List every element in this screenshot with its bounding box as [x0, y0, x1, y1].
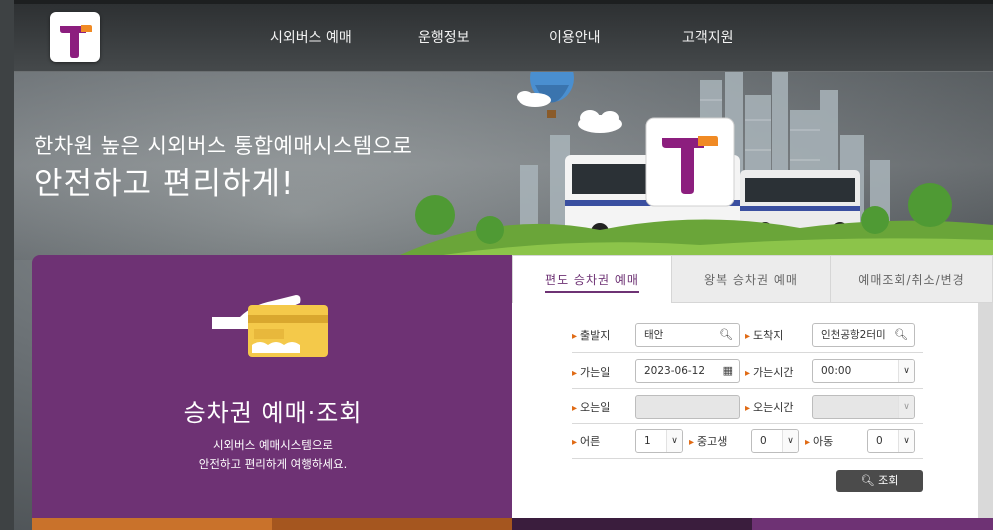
ticket-card-icon	[212, 295, 328, 357]
bottom-banner-purple	[752, 518, 993, 530]
adult-label: 어른	[572, 433, 600, 449]
nav-route-info[interactable]: 운행정보	[418, 27, 470, 47]
chevron-down-icon: ∨	[898, 430, 914, 452]
right-edge	[978, 303, 993, 518]
teen-count-select[interactable]: 0 ∨	[751, 429, 799, 453]
chevron-down-icon: ∨	[666, 430, 682, 452]
teen-label: 중고생	[689, 433, 727, 449]
hero-slogan-line2: 안전하고 편리하게!	[34, 166, 295, 202]
return-date-label: 오는일	[572, 399, 610, 415]
adult-count-select[interactable]: 1 ∨	[635, 429, 683, 453]
search-button[interactable]: 🔍︎ 조회	[836, 470, 923, 492]
city-bus-illustration	[400, 45, 993, 265]
hero-slogan-line1: 한차원 높은 시외버스 통합예매시스템으로	[34, 134, 413, 158]
go-time-label: 가는시간	[745, 364, 793, 380]
left-edge	[0, 0, 14, 530]
tab-one-way[interactable]: 편도 승차권 예매	[512, 255, 672, 303]
chevron-down-icon: ∨	[782, 430, 798, 452]
tab-manage-booking[interactable]: 예매조회/취소/변경	[830, 255, 993, 303]
search-icon[interactable]: 🔍︎	[892, 324, 908, 346]
nav-bus-reservation[interactable]: 시외버스 예매	[270, 27, 352, 47]
search-icon: 🔍︎	[860, 474, 875, 487]
departure-label: 출발지	[572, 327, 610, 343]
main-nav: 시외버스 예매 운행정보 이용안내 고객지원	[14, 27, 993, 47]
go-date-label: 가는일	[572, 364, 610, 380]
reservation-tabs: 편도 승차권 예매 왕복 승차권 예매 예매조회/취소/변경	[512, 255, 993, 303]
child-count-select[interactable]: 0 ∨	[867, 429, 915, 453]
nav-usage-guide[interactable]: 이용안내	[549, 27, 601, 47]
go-date-input[interactable]: 2023-06-12 ▦	[635, 359, 740, 383]
return-date-input[interactable]	[635, 395, 740, 419]
bottom-banner-dark	[512, 518, 752, 530]
card-title: 승차권 예매·조회	[183, 399, 363, 427]
calendar-icon[interactable]: ▦	[723, 360, 733, 382]
bottom-banner-brown	[272, 518, 512, 530]
child-label: 아동	[805, 433, 833, 449]
card-subtitle-line2: 안전하고 편리하게 여행하세요.	[198, 457, 348, 471]
chevron-down-icon: ∨	[898, 360, 914, 382]
arrival-input[interactable]: 인천공항2터미 🔍︎	[812, 323, 915, 347]
chevron-down-icon: ∨	[898, 396, 914, 418]
departure-input[interactable]: 태안 🔍︎	[635, 323, 740, 347]
return-time-label: 오는시간	[745, 399, 793, 415]
arrival-label: 도착지	[745, 327, 783, 343]
tab-round-trip[interactable]: 왕복 승차권 예매	[671, 255, 831, 303]
nav-customer-support[interactable]: 고객지원	[682, 27, 734, 47]
return-time-select[interactable]: ∨	[812, 395, 915, 419]
card-subtitle-line1: 시외버스 예매시스템으로	[212, 438, 334, 452]
search-icon[interactable]: 🔍︎	[719, 324, 733, 346]
bottom-banner-orange	[32, 518, 272, 530]
reservation-panel: 편도 승차권 예매 왕복 승차권 예매 예매조회/취소/변경 출발지 태안🔍︎ …	[512, 255, 993, 518]
ticket-info-card: 승차권 예매·조회 시외버스 예매시스템으로 안전하고 편리하게 여행하세요.	[32, 255, 522, 530]
top-navigation-bar: 시외버스 예매 운행정보 이용안내 고객지원	[14, 0, 993, 72]
go-time-select[interactable]: 00:00 ∨	[812, 359, 915, 383]
